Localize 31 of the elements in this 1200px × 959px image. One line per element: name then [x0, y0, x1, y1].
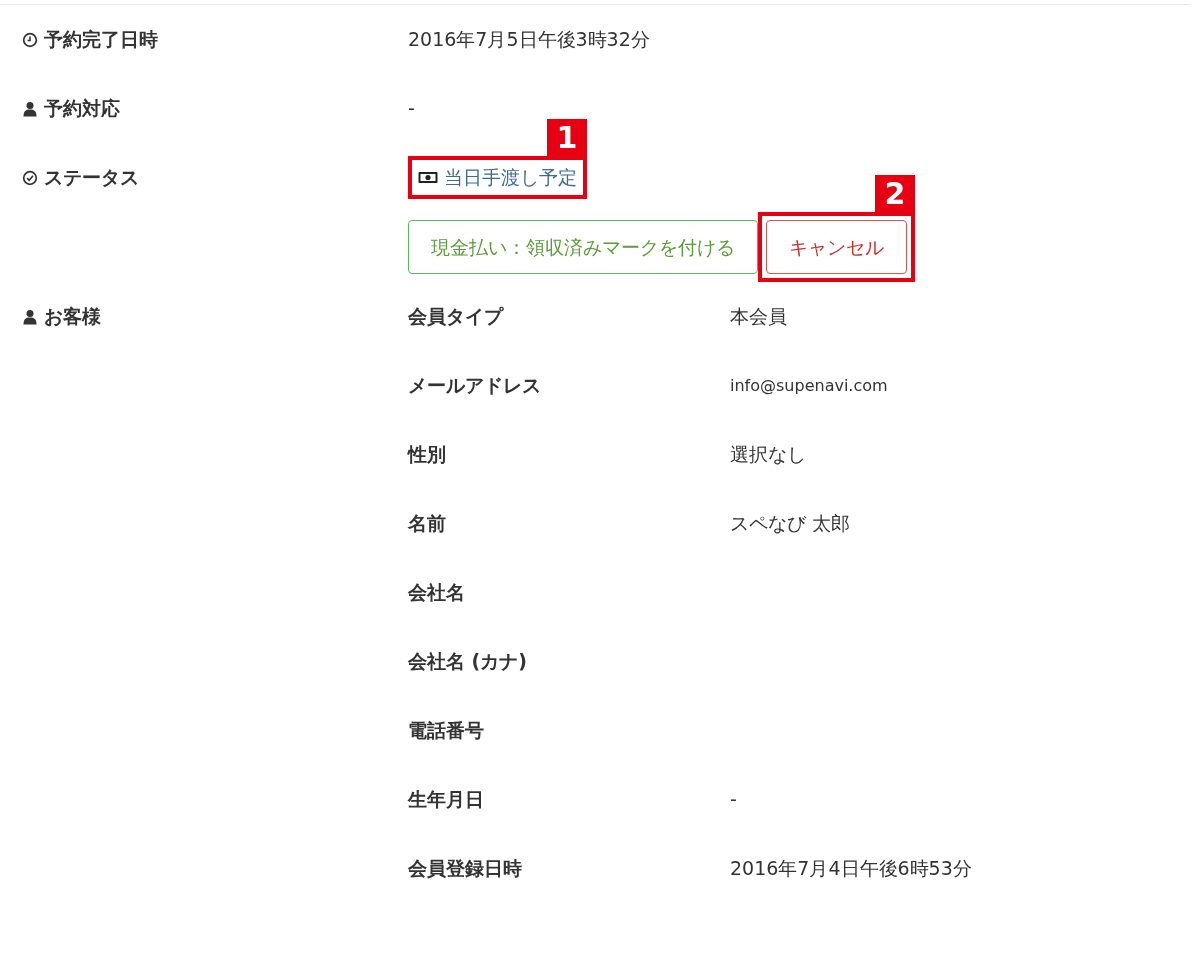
user-icon	[22, 100, 38, 117]
field-label: 生年月日	[408, 787, 484, 813]
field-value: スペなび 太郎	[730, 511, 851, 537]
field-value: 2016年7月5日午後3時32分	[408, 28, 650, 51]
status-link[interactable]: 当日手渡し予定	[418, 162, 577, 192]
section-label: お客様	[44, 304, 101, 330]
field-label: 性別	[408, 442, 446, 468]
check-circle-icon	[22, 169, 38, 186]
mark-paid-button[interactable]: 現金払い：領収済みマークを付ける	[408, 219, 758, 275]
field-label: 予約対応	[44, 96, 120, 122]
field-label: 予約完了日時	[44, 27, 158, 53]
user-icon	[22, 308, 38, 325]
field-value: -	[408, 97, 415, 120]
field-value: 選択なし	[730, 442, 806, 468]
field-label: 会社名	[408, 580, 465, 606]
clock-icon	[22, 31, 38, 48]
field-label: メールアドレス	[408, 373, 541, 399]
field-label: 名前	[408, 511, 446, 537]
callout-number: 1	[547, 118, 587, 157]
banknote-icon	[418, 169, 438, 186]
field-label: 電話番号	[408, 718, 484, 744]
field-label: 会員登録日時	[408, 856, 522, 882]
field-value: 本会員	[730, 304, 787, 330]
field-label: 会社名 (カナ)	[408, 649, 527, 675]
field-value: info@supenavi.com	[730, 374, 888, 397]
field-label: 会員タイプ	[408, 304, 503, 330]
field-value: 2016年7月4日午後6時53分	[730, 856, 972, 882]
field-label: ステータス	[44, 165, 139, 191]
callout-number: 2	[875, 174, 915, 213]
cancel-button[interactable]: キャンセル	[766, 219, 907, 275]
field-value: -	[730, 787, 737, 813]
